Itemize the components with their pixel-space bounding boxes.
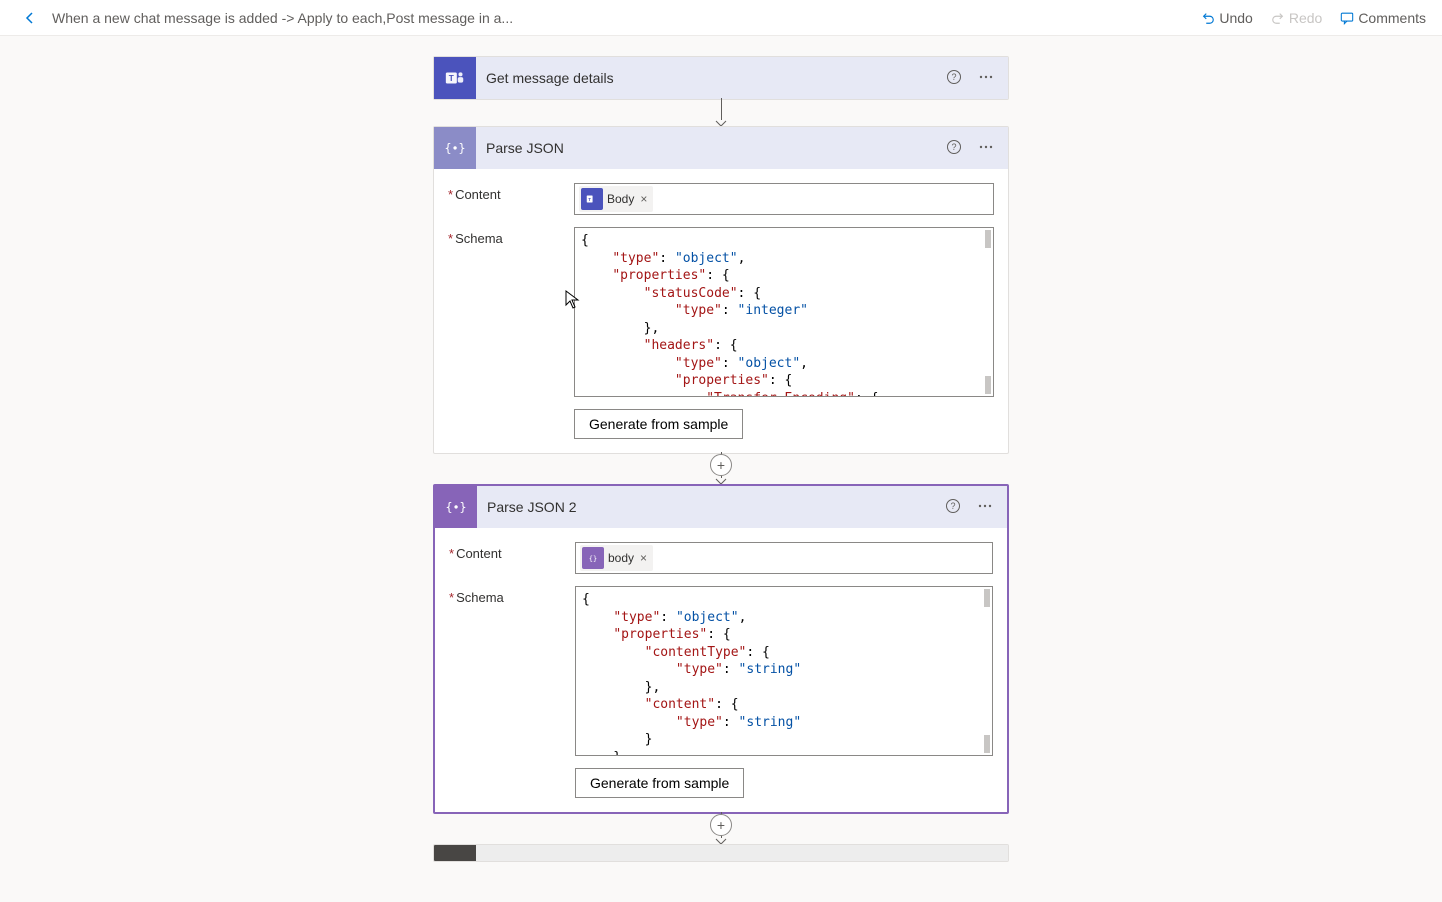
svg-text:{}: {} [589,555,597,563]
connector-arrow: + [710,452,732,486]
comment-icon [1340,11,1354,25]
svg-text:{∙}: {∙} [446,500,466,514]
more-icon[interactable] [978,139,994,158]
scrollbar-thumb[interactable] [984,735,990,753]
action-card-parse-json-2[interactable]: {∙} Parse JSON 2 ? *Content {} body × [433,484,1009,814]
connector-arrow: + [710,812,732,846]
comments-button[interactable]: Comments [1340,10,1426,26]
scrollbar-thumb[interactable] [984,589,990,607]
arrow-left-icon [22,10,38,26]
svg-text:?: ? [950,501,955,511]
more-icon[interactable] [978,69,994,88]
schema-field-label: *Schema [449,586,563,605]
back-button[interactable] [16,4,44,32]
action-card-collapsed[interactable] [433,844,1009,862]
content-field-input[interactable]: T Body × [574,183,994,215]
svg-text:T: T [588,197,591,202]
scrollbar-thumb[interactable] [985,376,991,394]
more-icon[interactable] [977,498,993,517]
card-title: Parse JSON 2 [477,499,576,515]
add-action-button[interactable]: + [710,814,732,836]
json-icon: {∙} [434,127,476,169]
card-body: *Content T Body × *Schema { "type": "obj… [434,169,1008,453]
teams-icon: T [434,57,476,99]
card-header[interactable]: {∙} Parse JSON ? [434,127,1008,169]
card-header[interactable] [434,845,1008,862]
content-token[interactable]: T Body × [579,186,653,212]
svg-text:{∙}: {∙} [445,141,465,155]
token-remove[interactable]: × [640,551,647,565]
redo-label: Redo [1289,10,1322,26]
card-title: Get message details [476,70,614,86]
redo-icon [1271,11,1285,25]
card-header[interactable]: {∙} Parse JSON 2 ? [435,486,1007,528]
content-field-label: *Content [449,542,563,561]
action-card-get-message-details[interactable]: T Get message details ? [433,56,1009,100]
json-icon: {∙} [435,486,477,528]
json-token-icon: {} [582,547,604,569]
token-label: body [608,551,634,565]
schema-textarea[interactable]: { "type": "object", "properties": { "sta… [574,227,994,397]
teams-token-icon: T [581,188,603,210]
token-remove[interactable]: × [640,192,647,206]
help-icon[interactable]: ? [945,498,961,517]
connector-arrow [715,98,727,128]
help-icon[interactable]: ? [946,139,962,158]
top-toolbar: When a new chat message is added -> Appl… [0,0,1442,36]
content-field-input[interactable]: {} body × [575,542,993,574]
card-title: Parse JSON [476,140,564,156]
card-header[interactable]: T Get message details ? [434,57,1008,99]
generate-from-sample-button[interactable]: Generate from sample [574,409,743,439]
flow-canvas: T Get message details ? {∙} Parse JSON ? [0,36,1442,902]
svg-text:?: ? [951,72,956,82]
content-token[interactable]: {} body × [580,545,653,571]
add-action-button[interactable]: + [710,454,732,476]
schema-field-label: *Schema [448,227,562,246]
svg-text:T: T [449,74,454,83]
redo-button: Redo [1271,10,1322,26]
svg-text:?: ? [951,142,956,152]
breadcrumb: When a new chat message is added -> Appl… [52,10,513,26]
schema-textarea[interactable]: { "type": "object", "properties": { "con… [575,586,993,756]
help-icon[interactable]: ? [946,69,962,88]
card-body: *Content {} body × *Schema { "type": "ob… [435,528,1007,812]
action-icon [434,845,476,862]
action-card-parse-json[interactable]: {∙} Parse JSON ? *Content T Body × [433,126,1009,454]
generate-from-sample-button[interactable]: Generate from sample [575,768,744,798]
undo-icon [1201,11,1215,25]
content-field-label: *Content [448,183,562,202]
scrollbar-thumb[interactable] [985,230,991,248]
token-label: Body [607,192,634,206]
undo-button[interactable]: Undo [1201,10,1252,26]
undo-label: Undo [1219,10,1252,26]
comments-label: Comments [1358,10,1426,26]
